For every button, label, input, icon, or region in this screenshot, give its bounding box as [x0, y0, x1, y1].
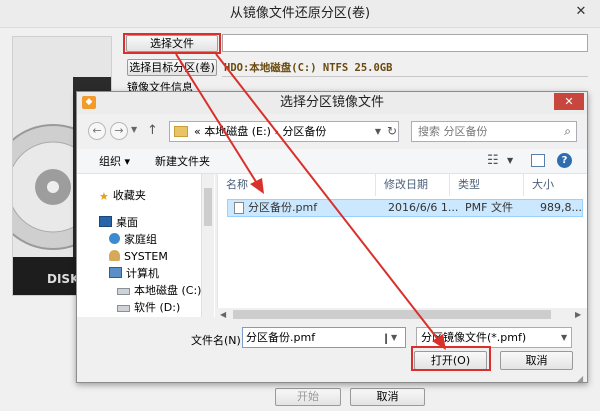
arrowhead-icon [250, 178, 264, 194]
arrow-to-open [215, 53, 441, 343]
arrowhead-icon [432, 334, 446, 350]
annotation-arrows: I [175, 53, 446, 350]
arrow-to-file [175, 53, 259, 186]
mouse-cursor-icon: I [384, 332, 388, 348]
